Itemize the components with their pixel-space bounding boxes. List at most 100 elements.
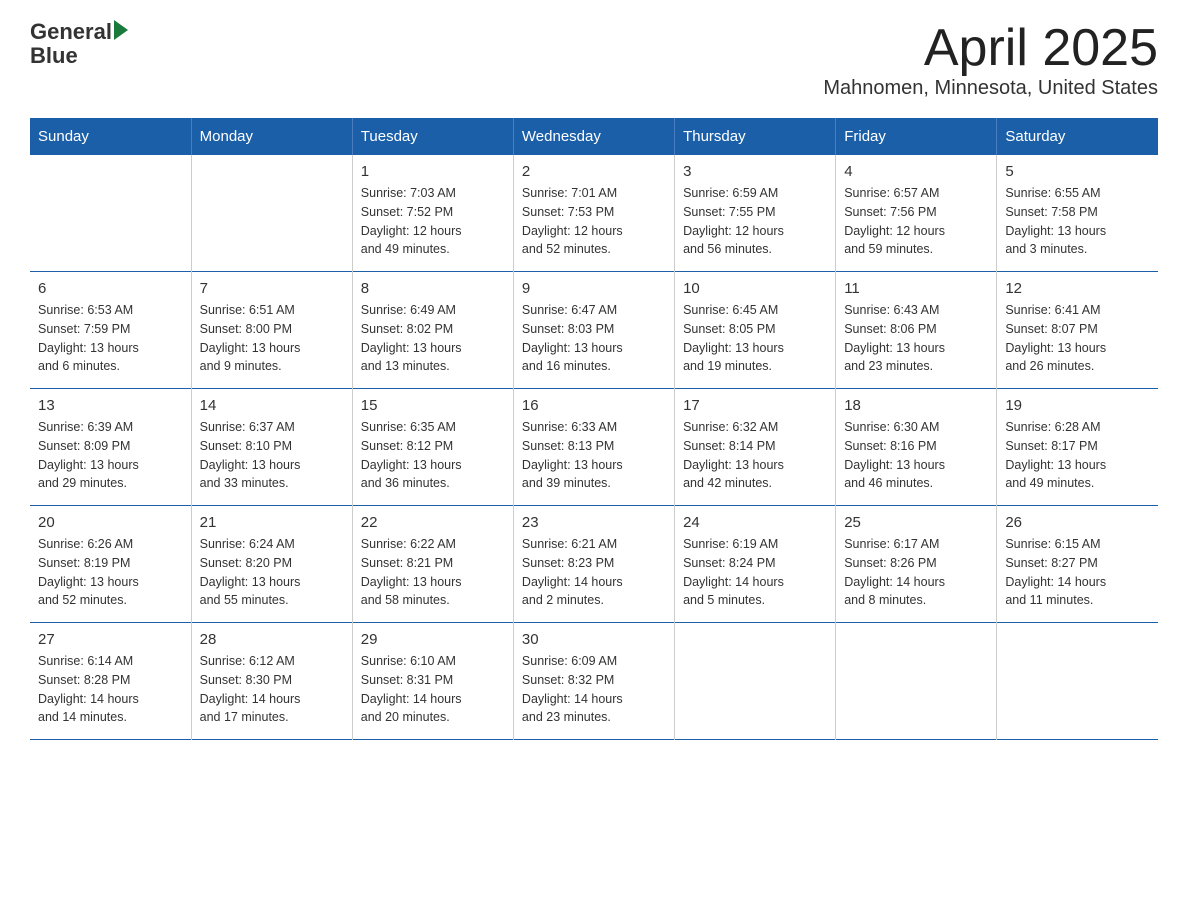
page-subtitle: Mahnomen, Minnesota, United States <box>823 77 1158 100</box>
day-cell: 1 Sunrise: 7:03 AM Sunset: 7:52 PM Daylig… <box>352 155 513 272</box>
day-cell: 20 Sunrise: 6:26 AM Sunset: 8:19 PM Dayli… <box>30 506 191 623</box>
day-number: 22 <box>361 514 505 531</box>
day-number: 12 <box>1005 280 1150 297</box>
day-info: Sunrise: 6:19 AM Sunset: 8:24 PM Dayligh… <box>683 535 827 610</box>
day-cell: 24 Sunrise: 6:19 AM Sunset: 8:24 PM Dayli… <box>675 506 836 623</box>
day-info: Sunrise: 6:21 AM Sunset: 8:23 PM Dayligh… <box>522 535 666 610</box>
day-info: Sunrise: 6:10 AM Sunset: 8:31 PM Dayligh… <box>361 652 505 727</box>
page-title: April 2025 <box>823 20 1158 77</box>
day-cell <box>836 623 997 740</box>
header-cell-saturday: Saturday <box>997 118 1158 155</box>
day-cell: 3Sunrise: 6:59 AM Sunset: 7:55 PM Daylig… <box>675 155 836 272</box>
day-info: Sunrise: 7:03 AM Sunset: 7:52 PM Dayligh… <box>361 184 505 259</box>
day-info: Sunrise: 6:59 AM Sunset: 7:55 PM Dayligh… <box>683 184 827 259</box>
day-number: 18 <box>844 397 988 414</box>
day-info: Sunrise: 6:45 AM Sunset: 8:05 PM Dayligh… <box>683 301 827 376</box>
day-cell: 5 Sunrise: 6:55 AM Sunset: 7:58 PM Daylig… <box>997 155 1158 272</box>
week-row-2: 6 Sunrise: 6:53 AM Sunset: 7:59 PM Daylig… <box>30 272 1158 389</box>
title-block: April 2025 Mahnomen, Minnesota, United S… <box>823 20 1158 100</box>
day-number: 27 <box>38 631 183 648</box>
day-number: 11 <box>844 280 988 297</box>
day-info: Sunrise: 7:01 AM Sunset: 7:53 PM Dayligh… <box>522 184 666 259</box>
day-cell: 29 Sunrise: 6:10 AM Sunset: 8:31 PM Dayli… <box>352 623 513 740</box>
week-row-4: 20 Sunrise: 6:26 AM Sunset: 8:19 PM Dayli… <box>30 506 1158 623</box>
day-info: Sunrise: 6:15 AM Sunset: 8:27 PM Dayligh… <box>1005 535 1150 610</box>
day-number: 5 <box>1005 163 1150 180</box>
day-cell: 11 Sunrise: 6:43 AM Sunset: 8:06 PM Dayli… <box>836 272 997 389</box>
day-cell: 28 Sunrise: 6:12 AM Sunset: 8:30 PM Dayli… <box>191 623 352 740</box>
day-info: Sunrise: 6:43 AM Sunset: 8:06 PM Dayligh… <box>844 301 988 376</box>
day-number: 20 <box>38 514 183 531</box>
day-number: 1 <box>361 163 505 180</box>
logo-arrow-icon <box>114 20 128 40</box>
day-info: Sunrise: 6:22 AM Sunset: 8:21 PM Dayligh… <box>361 535 505 610</box>
day-info: Sunrise: 6:47 AM Sunset: 8:03 PM Dayligh… <box>522 301 666 376</box>
day-info: Sunrise: 6:12 AM Sunset: 8:30 PM Dayligh… <box>200 652 344 727</box>
day-cell: 10 Sunrise: 6:45 AM Sunset: 8:05 PM Dayli… <box>675 272 836 389</box>
day-number: 23 <box>522 514 666 531</box>
day-cell: 14Sunrise: 6:37 AM Sunset: 8:10 PM Dayli… <box>191 389 352 506</box>
day-info: Sunrise: 6:55 AM Sunset: 7:58 PM Dayligh… <box>1005 184 1150 259</box>
day-cell: 2 Sunrise: 7:01 AM Sunset: 7:53 PM Daylig… <box>513 155 674 272</box>
day-cell: 17Sunrise: 6:32 AM Sunset: 8:14 PM Dayli… <box>675 389 836 506</box>
day-info: Sunrise: 6:17 AM Sunset: 8:26 PM Dayligh… <box>844 535 988 610</box>
day-info: Sunrise: 6:14 AM Sunset: 8:28 PM Dayligh… <box>38 652 183 727</box>
day-info: Sunrise: 6:32 AM Sunset: 8:14 PM Dayligh… <box>683 418 827 493</box>
day-info: Sunrise: 6:30 AM Sunset: 8:16 PM Dayligh… <box>844 418 988 493</box>
day-cell: 19Sunrise: 6:28 AM Sunset: 8:17 PM Dayli… <box>997 389 1158 506</box>
day-number: 21 <box>200 514 344 531</box>
day-info: Sunrise: 6:57 AM Sunset: 7:56 PM Dayligh… <box>844 184 988 259</box>
day-cell: 27 Sunrise: 6:14 AM Sunset: 8:28 PM Dayli… <box>30 623 191 740</box>
day-info: Sunrise: 6:26 AM Sunset: 8:19 PM Dayligh… <box>38 535 183 610</box>
day-number: 15 <box>361 397 505 414</box>
day-info: Sunrise: 6:53 AM Sunset: 7:59 PM Dayligh… <box>38 301 183 376</box>
day-cell: 9 Sunrise: 6:47 AM Sunset: 8:03 PM Daylig… <box>513 272 674 389</box>
day-cell: 23 Sunrise: 6:21 AM Sunset: 8:23 PM Dayli… <box>513 506 674 623</box>
day-info: Sunrise: 6:49 AM Sunset: 8:02 PM Dayligh… <box>361 301 505 376</box>
day-info: Sunrise: 6:51 AM Sunset: 8:00 PM Dayligh… <box>200 301 344 376</box>
header-cell-wednesday: Wednesday <box>513 118 674 155</box>
week-row-3: 13 Sunrise: 6:39 AM Sunset: 8:09 PM Dayli… <box>30 389 1158 506</box>
day-number: 24 <box>683 514 827 531</box>
day-cell: 12Sunrise: 6:41 AM Sunset: 8:07 PM Dayli… <box>997 272 1158 389</box>
day-info: Sunrise: 6:39 AM Sunset: 8:09 PM Dayligh… <box>38 418 183 493</box>
calendar-header: SundayMondayTuesdayWednesdayThursdayFrid… <box>30 118 1158 155</box>
header-cell-thursday: Thursday <box>675 118 836 155</box>
page-header: General Blue April 2025 Mahnomen, Minnes… <box>30 20 1158 100</box>
day-cell: 8 Sunrise: 6:49 AM Sunset: 8:02 PM Daylig… <box>352 272 513 389</box>
day-number: 10 <box>683 280 827 297</box>
day-number: 25 <box>844 514 988 531</box>
day-cell <box>675 623 836 740</box>
header-cell-sunday: Sunday <box>30 118 191 155</box>
day-number: 2 <box>522 163 666 180</box>
day-cell: 7Sunrise: 6:51 AM Sunset: 8:00 PM Daylig… <box>191 272 352 389</box>
calendar-body: 1 Sunrise: 7:03 AM Sunset: 7:52 PM Daylig… <box>30 155 1158 740</box>
day-number: 4 <box>844 163 988 180</box>
day-info: Sunrise: 6:24 AM Sunset: 8:20 PM Dayligh… <box>200 535 344 610</box>
week-row-5: 27 Sunrise: 6:14 AM Sunset: 8:28 PM Dayli… <box>30 623 1158 740</box>
header-row: SundayMondayTuesdayWednesdayThursdayFrid… <box>30 118 1158 155</box>
day-number: 9 <box>522 280 666 297</box>
header-cell-friday: Friday <box>836 118 997 155</box>
day-cell: 4 Sunrise: 6:57 AM Sunset: 7:56 PM Daylig… <box>836 155 997 272</box>
day-number: 6 <box>38 280 183 297</box>
day-number: 29 <box>361 631 505 648</box>
day-number: 28 <box>200 631 344 648</box>
logo-blue-text: Blue <box>30 44 78 68</box>
day-cell: 25 Sunrise: 6:17 AM Sunset: 8:26 PM Dayli… <box>836 506 997 623</box>
week-row-1: 1 Sunrise: 7:03 AM Sunset: 7:52 PM Daylig… <box>30 155 1158 272</box>
logo-general-text: General <box>30 20 112 44</box>
day-cell: 6 Sunrise: 6:53 AM Sunset: 7:59 PM Daylig… <box>30 272 191 389</box>
day-cell: 15 Sunrise: 6:35 AM Sunset: 8:12 PM Dayli… <box>352 389 513 506</box>
day-info: Sunrise: 6:09 AM Sunset: 8:32 PM Dayligh… <box>522 652 666 727</box>
day-cell <box>30 155 191 272</box>
day-info: Sunrise: 6:35 AM Sunset: 8:12 PM Dayligh… <box>361 418 505 493</box>
day-number: 13 <box>38 397 183 414</box>
day-number: 19 <box>1005 397 1150 414</box>
day-number: 8 <box>361 280 505 297</box>
day-cell <box>997 623 1158 740</box>
day-cell: 22 Sunrise: 6:22 AM Sunset: 8:21 PM Dayli… <box>352 506 513 623</box>
day-cell <box>191 155 352 272</box>
header-cell-tuesday: Tuesday <box>352 118 513 155</box>
day-cell: 26Sunrise: 6:15 AM Sunset: 8:27 PM Dayli… <box>997 506 1158 623</box>
